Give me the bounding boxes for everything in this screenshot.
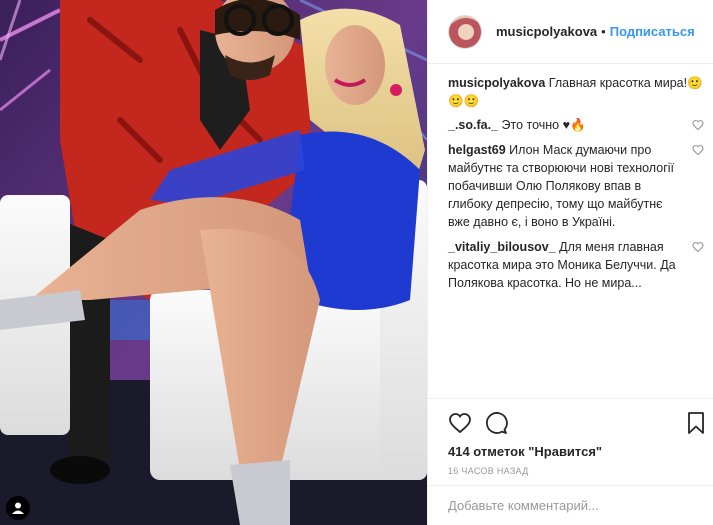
bookmark-icon[interactable] xyxy=(684,411,708,435)
comment-like-icon[interactable] xyxy=(692,241,704,253)
add-comment-bar xyxy=(428,485,713,525)
follow-button[interactable]: Подписаться xyxy=(610,24,695,39)
comment-username[interactable]: _.so.fa._ xyxy=(448,118,498,132)
comment-item: helgast69 Илон Маск думаючи про майбутнє… xyxy=(448,141,706,231)
comment-username[interactable]: helgast69 xyxy=(448,143,506,157)
heart-icon[interactable] xyxy=(448,411,472,435)
comment-username[interactable]: _vitaliy_bilousov_ xyxy=(448,240,556,254)
post-caption: musicpolyakova Главная красотка мира!🙂🙂🙂 xyxy=(448,74,706,110)
likes-count[interactable]: 414 отметок "Нравится" xyxy=(448,444,602,459)
comment-text: Это точно ♥🔥 xyxy=(501,118,586,132)
avatar[interactable] xyxy=(448,14,482,49)
person-tag-icon[interactable] xyxy=(6,496,30,520)
comment-like-icon[interactable] xyxy=(692,119,704,131)
separator-dot: • xyxy=(601,24,606,39)
comment-item: _vitaliy_bilousov_ Для меня главная крас… xyxy=(448,238,706,292)
post-photo[interactable] xyxy=(0,0,427,525)
comment-icon[interactable] xyxy=(484,411,508,435)
post-image xyxy=(0,0,427,525)
post-header: musicpolyakova • Подписаться xyxy=(428,0,713,64)
author-username[interactable]: musicpolyakova xyxy=(496,24,597,39)
comments-list: musicpolyakova Главная красотка мира!🙂🙂🙂… xyxy=(448,74,706,299)
caption-username[interactable]: musicpolyakova xyxy=(448,76,545,90)
post-actions-bar xyxy=(428,398,713,442)
post-details-panel: musicpolyakova • Подписаться musicpolyak… xyxy=(427,0,713,525)
comment-input[interactable] xyxy=(448,498,688,513)
comment-like-icon[interactable] xyxy=(692,144,704,156)
comment-item: _.so.fa._ Это точно ♥🔥 xyxy=(448,116,706,134)
post-timestamp[interactable]: 16 часов назад xyxy=(448,466,529,476)
